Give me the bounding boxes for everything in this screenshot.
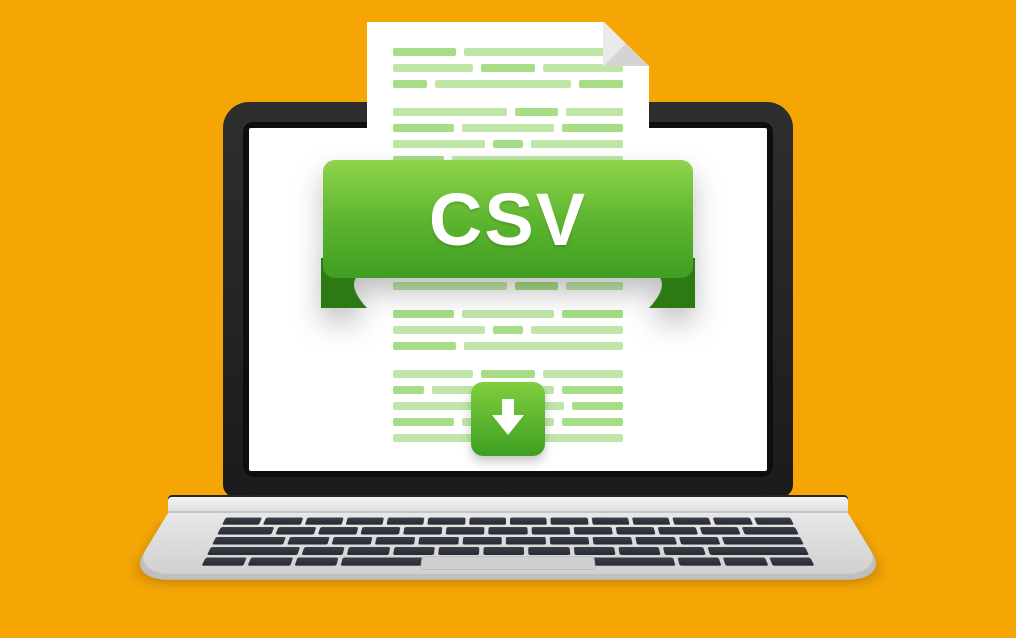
download-button[interactable]	[471, 382, 545, 456]
page-fold-icon	[603, 22, 649, 66]
csv-banner: CSV	[323, 160, 693, 278]
csv-label: CSV	[429, 177, 587, 262]
download-arrow-icon	[490, 397, 526, 442]
laptop-base	[168, 497, 848, 609]
laptop-trackpad	[420, 556, 596, 570]
